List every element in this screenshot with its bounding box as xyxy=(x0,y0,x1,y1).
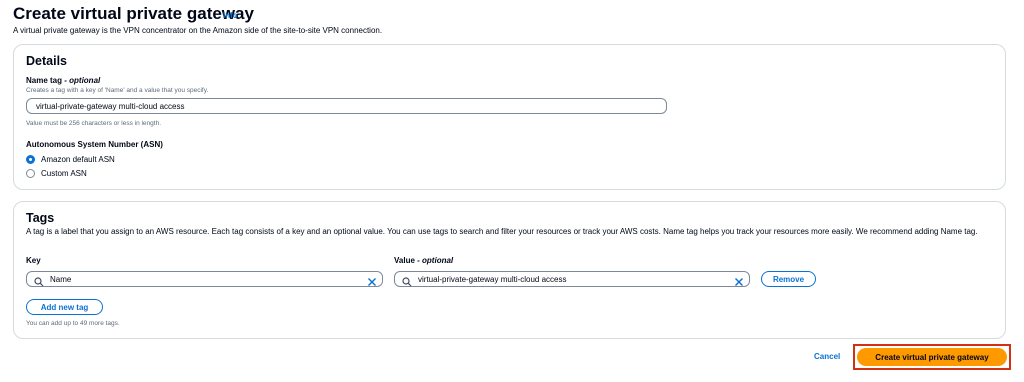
tag-value-input[interactable]: virtual-private-gateway multi-cloud acce… xyxy=(394,271,750,287)
value-optional: - optional xyxy=(417,256,454,265)
key-column-label: Key xyxy=(26,256,41,265)
asn-label: Autonomous System Number (ASN) xyxy=(26,140,163,149)
details-heading: Details xyxy=(26,54,67,68)
name-tag-constraint: Value must be 256 characters or less in … xyxy=(26,120,162,127)
value-column-label: Value - optional xyxy=(394,256,453,265)
radio-unselected-icon[interactable] xyxy=(26,169,35,178)
add-new-tag-button[interactable]: Add new tag xyxy=(26,299,103,315)
tag-key-input[interactable]: Name xyxy=(26,271,383,287)
highlight-outline: Create virtual private gateway xyxy=(853,344,1011,370)
remove-tag-button[interactable]: Remove xyxy=(761,271,816,287)
tags-description: A tag is a label that you assign to an A… xyxy=(26,227,978,236)
details-panel: Details Name tag - optional Creates a ta… xyxy=(13,44,1006,190)
info-link[interactable]: Info xyxy=(223,11,238,20)
value-label-text: Value xyxy=(394,256,415,265)
name-tag-value: virtual-private-gateway multi-cloud acce… xyxy=(36,102,185,111)
search-icon xyxy=(34,274,44,292)
create-gateway-button[interactable]: Create virtual private gateway xyxy=(857,348,1007,366)
tags-heading: Tags xyxy=(26,211,55,225)
tag-value-value: virtual-private-gateway multi-cloud acce… xyxy=(418,275,567,284)
asn-option-custom[interactable]: Custom ASN xyxy=(26,169,87,178)
name-tag-input[interactable]: virtual-private-gateway multi-cloud acce… xyxy=(26,98,667,114)
tags-panel: Tags A tag is a label that you assign to… xyxy=(13,201,1006,339)
clear-icon[interactable] xyxy=(734,274,744,292)
radio-selected-icon[interactable] xyxy=(26,155,35,164)
tag-key-value: Name xyxy=(50,275,72,284)
cancel-button[interactable]: Cancel xyxy=(814,352,840,361)
asn-option-label: Custom ASN xyxy=(41,169,87,178)
tags-limit-hint: You can add up to 49 more tags. xyxy=(26,320,120,327)
page-description: A virtual private gateway is the VPN con… xyxy=(13,26,383,35)
name-tag-label-text: Name tag xyxy=(26,76,63,85)
name-tag-optional: - optional xyxy=(64,76,101,85)
search-icon xyxy=(402,274,412,292)
page-title: Create virtual private gateway xyxy=(13,4,254,23)
asn-option-label: Amazon default ASN xyxy=(41,155,115,164)
clear-icon[interactable] xyxy=(367,274,377,292)
name-tag-label: Name tag - optional xyxy=(26,76,100,85)
name-tag-hint: Creates a tag with a key of 'Name' and a… xyxy=(26,87,209,94)
asn-option-amazon-default[interactable]: Amazon default ASN xyxy=(26,155,115,164)
